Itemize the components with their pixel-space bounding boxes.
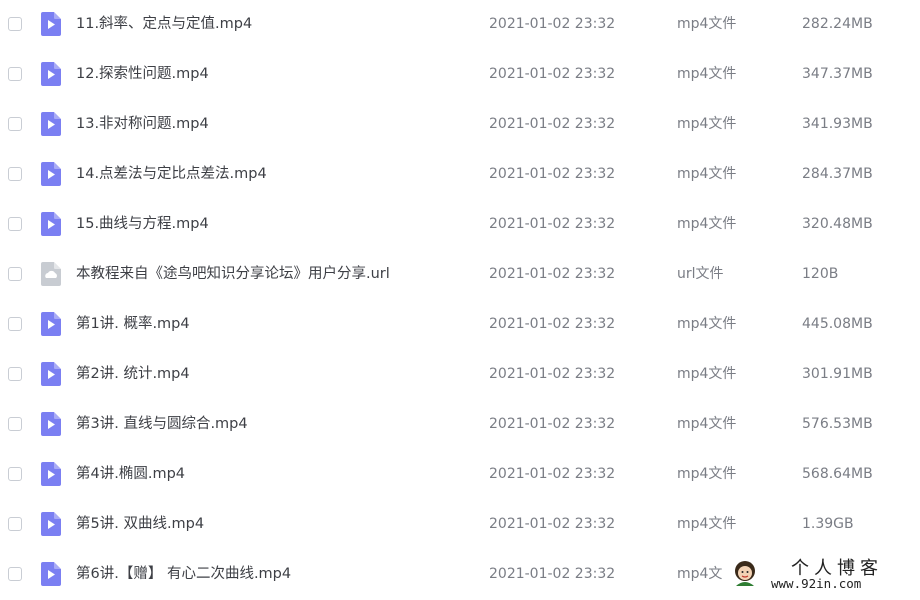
file-size: 320.48MB [802, 216, 873, 232]
file-type: mp4文件 [677, 166, 737, 182]
file-type: mp4文件 [677, 366, 737, 382]
file-row[interactable]: 12.探索性问题.mp4 2021-01-02 23:32 mp4文件 347.… [0, 50, 920, 100]
file-date: 2021-01-02 23:32 [489, 566, 616, 582]
file-name[interactable]: 第5讲. 双曲线.mp4 [76, 514, 204, 534]
video-file-icon [41, 312, 61, 336]
file-date: 2021-01-02 23:32 [489, 216, 616, 232]
video-file-icon [41, 112, 61, 136]
video-file-icon [41, 12, 61, 36]
file-row[interactable]: 第3讲. 直线与圆综合.mp4 2021-01-02 23:32 mp4文件 5… [0, 400, 920, 450]
file-name[interactable]: 第2讲. 统计.mp4 [76, 364, 190, 384]
file-size: 284.37MB [802, 166, 873, 182]
file-row[interactable]: 13.非对称问题.mp4 2021-01-02 23:32 mp4文件 341.… [0, 100, 920, 150]
file-name[interactable]: 第3讲. 直线与圆综合.mp4 [76, 414, 248, 434]
file-row[interactable]: 第2讲. 统计.mp4 2021-01-02 23:32 mp4文件 301.9… [0, 350, 920, 400]
file-row[interactable]: 第4讲.椭圆.mp4 2021-01-02 23:32 mp4文件 568.64… [0, 450, 920, 500]
file-date: 2021-01-02 23:32 [489, 416, 616, 432]
file-size: 282.24MB [802, 16, 873, 32]
file-type: mp4文件 [677, 316, 737, 332]
row-checkbox[interactable] [8, 67, 22, 81]
file-name[interactable]: 14.点差法与定比点差法.mp4 [76, 164, 267, 184]
file-name[interactable]: 第6讲.【赠】 有心二次曲线.mp4 [76, 564, 291, 584]
watermark: 个人博客 www.92in.com [725, 550, 920, 597]
url-file-icon [41, 262, 61, 286]
file-type: mp4文件 [677, 416, 737, 432]
file-size: 445.08MB [802, 316, 873, 332]
file-name[interactable]: 本教程来自《途鸟吧知识分享论坛》用户分享.url [76, 264, 390, 284]
file-date: 2021-01-02 23:32 [489, 266, 616, 282]
watermark-url: www.92in.com [771, 576, 862, 591]
file-name[interactable]: 第1讲. 概率.mp4 [76, 314, 190, 334]
row-checkbox[interactable] [8, 217, 22, 231]
avatar-icon [735, 561, 755, 586]
video-file-icon [41, 512, 61, 536]
file-date: 2021-01-02 23:32 [489, 116, 616, 132]
file-row[interactable]: 第1讲. 概率.mp4 2021-01-02 23:32 mp4文件 445.0… [0, 300, 920, 350]
file-date: 2021-01-02 23:32 [489, 166, 616, 182]
file-type: mp4文件 [677, 516, 737, 532]
row-checkbox[interactable] [8, 367, 22, 381]
file-size: 301.91MB [802, 366, 873, 382]
file-name[interactable]: 15.曲线与方程.mp4 [76, 214, 209, 234]
row-checkbox[interactable] [8, 317, 22, 331]
row-checkbox[interactable] [8, 267, 22, 281]
file-date: 2021-01-02 23:32 [489, 366, 616, 382]
video-file-icon [41, 562, 61, 586]
file-size: 341.93MB [802, 116, 873, 132]
file-list: 11.斜率、定点与定值.mp4 2021-01-02 23:32 mp4文件 2… [0, 0, 920, 600]
file-size: 1.39GB [802, 516, 854, 532]
file-name[interactable]: 12.探索性问题.mp4 [76, 64, 209, 84]
file-size: 576.53MB [802, 416, 873, 432]
file-row[interactable]: 15.曲线与方程.mp4 2021-01-02 23:32 mp4文件 320.… [0, 200, 920, 250]
video-file-icon [41, 62, 61, 86]
file-type: mp4文件 [677, 216, 737, 232]
video-file-icon [41, 412, 61, 436]
file-date: 2021-01-02 23:32 [489, 66, 616, 82]
file-row[interactable]: 第5讲. 双曲线.mp4 2021-01-02 23:32 mp4文件 1.39… [0, 500, 920, 550]
video-file-icon [41, 212, 61, 236]
file-date: 2021-01-02 23:32 [489, 466, 616, 482]
file-size: 347.37MB [802, 66, 873, 82]
file-type: mp4文件 [677, 66, 737, 82]
file-name[interactable]: 第4讲.椭圆.mp4 [76, 464, 185, 484]
file-type: mp4文件 [677, 116, 737, 132]
file-type: mp4文 [677, 566, 723, 582]
file-row[interactable]: 14.点差法与定比点差法.mp4 2021-01-02 23:32 mp4文件 … [0, 150, 920, 200]
file-date: 2021-01-02 23:32 [489, 516, 616, 532]
video-file-icon [41, 462, 61, 486]
video-file-icon [41, 162, 61, 186]
file-row[interactable]: 本教程来自《途鸟吧知识分享论坛》用户分享.url 2021-01-02 23:3… [0, 250, 920, 300]
file-type: mp4文件 [677, 466, 737, 482]
row-checkbox[interactable] [8, 167, 22, 181]
row-checkbox[interactable] [8, 517, 22, 531]
file-date: 2021-01-02 23:32 [489, 316, 616, 332]
file-name[interactable]: 13.非对称问题.mp4 [76, 114, 209, 134]
file-type: url文件 [677, 266, 724, 282]
row-checkbox[interactable] [8, 567, 22, 581]
file-row[interactable]: 11.斜率、定点与定值.mp4 2021-01-02 23:32 mp4文件 2… [0, 0, 920, 50]
row-checkbox[interactable] [8, 117, 22, 131]
row-checkbox[interactable] [8, 17, 22, 31]
file-date: 2021-01-02 23:32 [489, 16, 616, 32]
row-checkbox[interactable] [8, 467, 22, 481]
video-file-icon [41, 362, 61, 386]
file-name[interactable]: 11.斜率、定点与定值.mp4 [76, 14, 252, 34]
file-size: 120B [802, 266, 839, 282]
row-checkbox[interactable] [8, 417, 22, 431]
file-type: mp4文件 [677, 16, 737, 32]
file-size: 568.64MB [802, 466, 873, 482]
